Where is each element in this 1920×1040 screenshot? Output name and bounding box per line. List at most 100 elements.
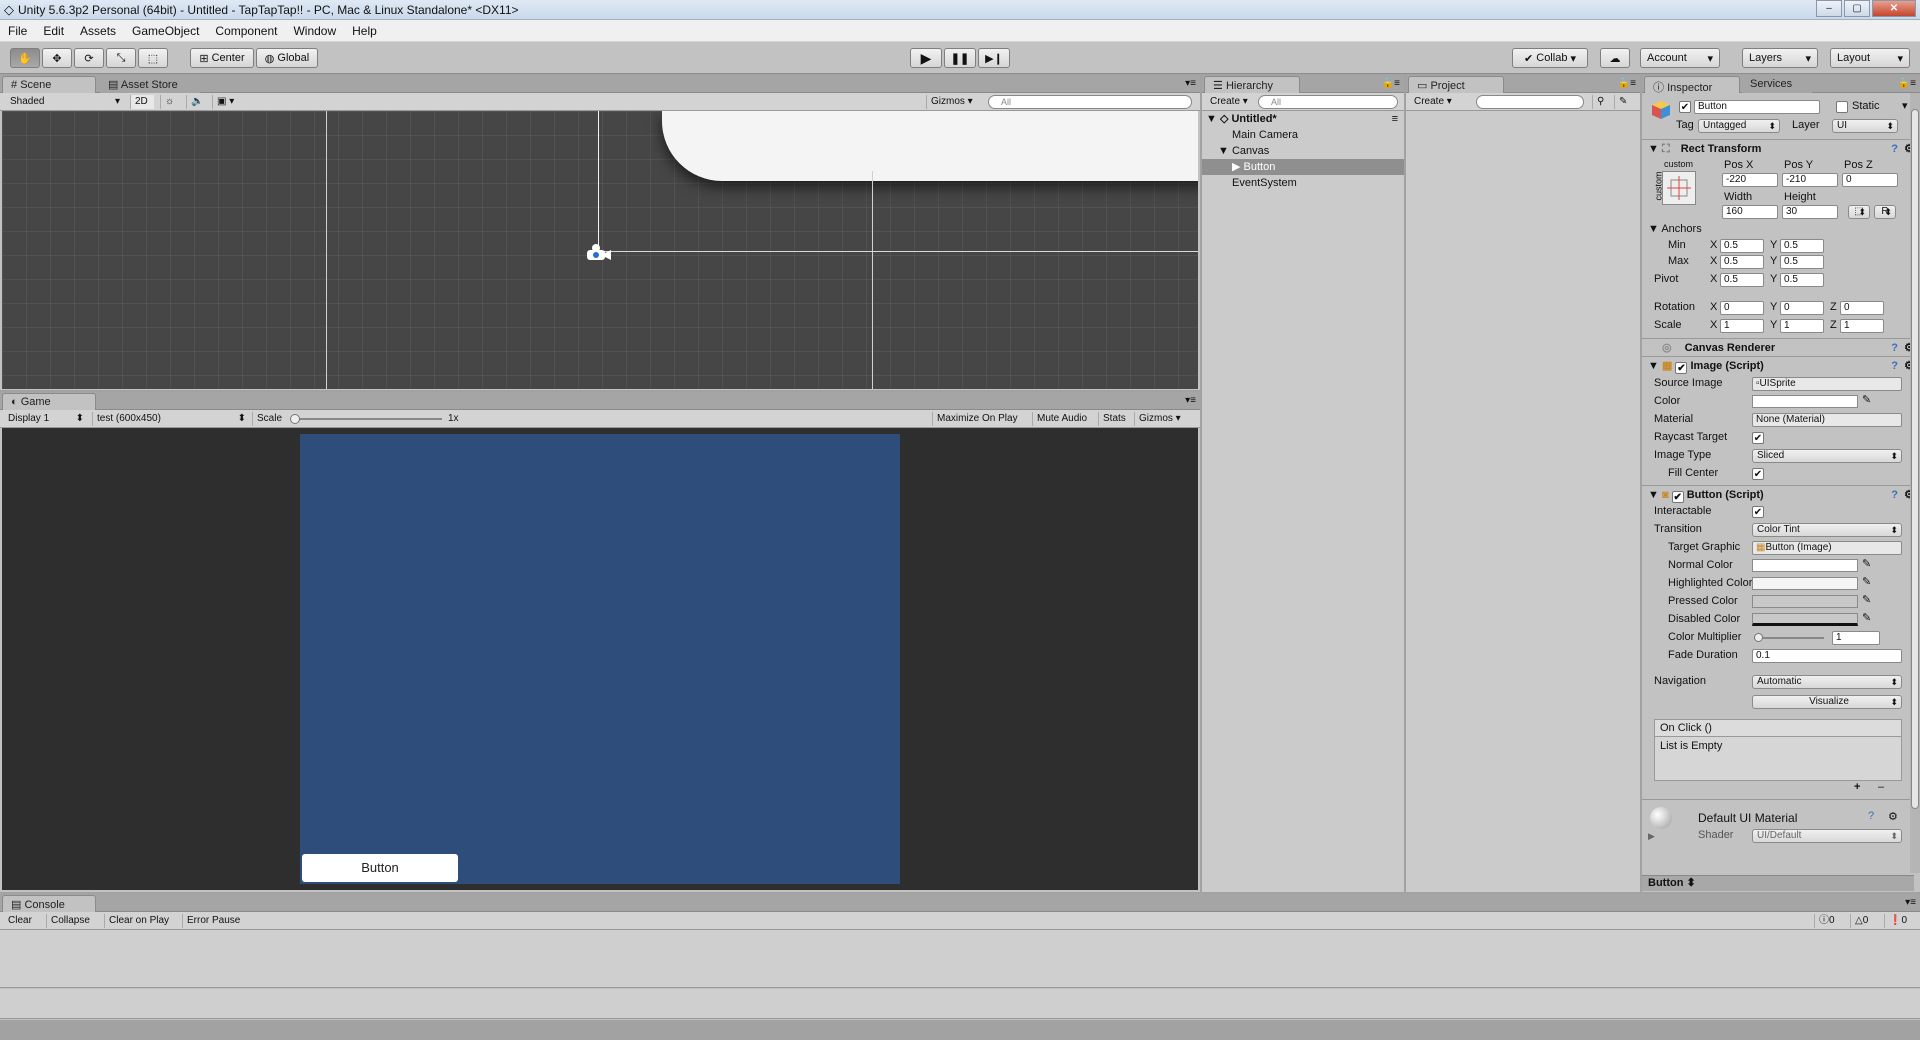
material-field[interactable]: None (Material) (1752, 413, 1902, 427)
audio-toggle[interactable]: 🔈 (186, 95, 208, 109)
button-enabled-checkbox[interactable]: ✔ (1671, 491, 1684, 503)
visualize-button[interactable]: Visualize (1752, 695, 1902, 709)
hierarchy-scene-row[interactable]: ▼ ◇ Untitled* ≡ (1202, 111, 1404, 127)
static-dropdown-icon[interactable]: ▾ (1902, 99, 1908, 112)
eyedropper-icon[interactable]: ✎ (1862, 575, 1871, 588)
layer-dropdown[interactable]: UI (1832, 119, 1898, 133)
hierarchy-search-input[interactable]: All (1258, 95, 1398, 109)
effects-dropdown[interactable]: ▣ ▾ (212, 95, 244, 109)
scene-menu-icon[interactable]: ≡ (1392, 111, 1398, 127)
width-field[interactable]: 160 (1722, 205, 1778, 219)
move-tool-button[interactable]: ✥ (42, 48, 72, 68)
menu-assets[interactable]: Assets (72, 24, 124, 38)
color-multiplier-thumb[interactable] (1754, 633, 1763, 642)
hand-tool-button[interactable]: ✋ (10, 48, 40, 68)
pivot-toggle-button[interactable]: ⊞ Center (190, 48, 254, 68)
inspector-scrollbar[interactable] (1910, 93, 1920, 873)
console-collapse-button[interactable]: Collapse (46, 914, 102, 928)
console-clear-button[interactable]: Clear (4, 914, 44, 928)
raw-edit-button[interactable]: R (1874, 205, 1896, 219)
lock-icon[interactable]: 🔒≡ (1618, 78, 1636, 89)
console-error-pause-button[interactable]: Error Pause (182, 914, 248, 928)
tab-project[interactable]: ▭ Project (1408, 76, 1504, 93)
image-enabled-checkbox[interactable]: ✔ (1675, 362, 1688, 374)
tab-services[interactable]: Services (1742, 76, 1812, 93)
lock-icon[interactable]: 🔒≡ (1898, 78, 1916, 89)
menu-gameobject[interactable]: GameObject (124, 24, 207, 38)
display-dropdown[interactable]: Display 1 ⬍ (4, 412, 88, 426)
layout-dropdown[interactable]: Layout ▾ (1830, 48, 1910, 68)
rotate-tool-button[interactable]: ⟳ (74, 48, 104, 68)
account-dropdown[interactable]: Account ▾ (1640, 48, 1720, 68)
menu-component[interactable]: Component (207, 24, 285, 38)
project-search-input[interactable] (1476, 95, 1584, 109)
maximize-button[interactable]: ▢ (1844, 0, 1870, 17)
shading-mode-dropdown[interactable]: Shaded ▾ (6, 95, 124, 109)
collab-button[interactable]: ✔ Collab ▾ (1512, 48, 1588, 68)
fade-duration-field[interactable]: 0.1 (1752, 649, 1902, 663)
help-icon[interactable]: ? (1891, 486, 1898, 504)
tab-asset-store[interactable]: ▤ Asset Store (100, 76, 200, 93)
color-swatch[interactable] (1752, 395, 1858, 408)
blueprint-mode-button[interactable]: ⬚ (1848, 205, 1870, 219)
layers-dropdown[interactable]: Layers ▾ (1742, 48, 1818, 68)
onclick-add-button[interactable]: + (1854, 781, 1860, 793)
image-component-header[interactable]: ▼ ▦ ✔ Image (Script) ? ⚙ (1642, 356, 1920, 374)
image-type-dropdown[interactable]: Sliced (1752, 449, 1902, 463)
eyedropper-icon[interactable]: ✎ (1862, 593, 1871, 606)
lock-icon[interactable]: 🔒≡ (1382, 78, 1400, 89)
object-name-field[interactable]: Button (1694, 100, 1820, 114)
minimize-button[interactable]: – (1816, 0, 1842, 17)
pivot-y-field[interactable]: 0.5 (1780, 273, 1824, 287)
scale-tool-button[interactable]: ⤡ (106, 48, 136, 68)
console-log-area[interactable] (0, 930, 1920, 988)
target-graphic-field[interactable]: ▦Button (Image) (1752, 541, 1902, 555)
source-image-field[interactable]: ▫UISprite (1752, 377, 1902, 391)
tag-dropdown[interactable]: Untagged (1698, 119, 1780, 133)
help-icon[interactable]: ? (1891, 140, 1898, 158)
scale-y-field[interactable]: 1 (1780, 319, 1824, 333)
scale-slider-thumb[interactable] (290, 414, 300, 424)
onclick-remove-button[interactable]: – (1878, 781, 1884, 793)
hierarchy-item-canvas[interactable]: ▼ Canvas (1202, 143, 1404, 159)
help-icon[interactable]: ? (1891, 357, 1898, 375)
anchor-max-y-field[interactable]: 0.5 (1780, 255, 1824, 269)
mute-audio-toggle[interactable]: Mute Audio (1032, 412, 1098, 426)
inspector-scrollbar-thumb[interactable] (1911, 109, 1919, 809)
anchor-min-x-field[interactable]: 0.5 (1720, 239, 1764, 253)
rotation-y-field[interactable]: 0 (1780, 301, 1824, 315)
2d-toggle[interactable]: 2D (130, 95, 154, 109)
project-create-dropdown[interactable]: Create ▾ (1410, 95, 1458, 109)
game-button[interactable]: Button (302, 854, 458, 882)
cloud-button[interactable]: ☁ (1600, 48, 1630, 68)
height-field[interactable]: 30 (1782, 205, 1838, 219)
scale-slider[interactable] (290, 414, 442, 424)
tab-game[interactable]: ◐ Game (2, 393, 96, 410)
pause-button[interactable]: ❚❚ (944, 48, 976, 68)
expand-arrow-icon[interactable]: ▶ (1648, 831, 1655, 842)
rect-tool-button[interactable]: ⬚ (138, 48, 168, 68)
tab-hierarchy[interactable]: ☰ Hierarchy (1204, 76, 1300, 93)
interactable-checkbox[interactable]: ✔ (1752, 506, 1764, 518)
panel-menu-icon[interactable]: ▾≡ (1185, 78, 1196, 89)
hierarchy-item-button[interactable]: ▶ Button (1202, 159, 1404, 175)
transition-dropdown[interactable]: Color Tint (1752, 523, 1902, 537)
disabled-color-swatch[interactable] (1752, 613, 1858, 626)
rotation-x-field[interactable]: 0 (1720, 301, 1764, 315)
scene-search-input[interactable]: All (988, 95, 1192, 109)
menu-window[interactable]: Window (285, 24, 344, 38)
preview-footer[interactable]: Button ⬍ (1642, 875, 1914, 891)
pivot-x-field[interactable]: 0.5 (1720, 273, 1764, 287)
pressed-color-swatch[interactable] (1752, 595, 1858, 608)
scale-z-field[interactable]: 1 (1840, 319, 1884, 333)
play-button[interactable]: ▶ (910, 48, 942, 68)
tab-scene[interactable]: # Scene (2, 76, 96, 93)
step-button[interactable]: ▶❙ (978, 48, 1010, 68)
rect-transform-header[interactable]: ▼ ⛶ Rect Transform ? ⚙ (1642, 139, 1920, 157)
lighting-toggle[interactable]: ☼ (160, 95, 182, 109)
anchor-max-x-field[interactable]: 0.5 (1720, 255, 1764, 269)
maximize-on-play-toggle[interactable]: Maximize On Play (932, 412, 1032, 426)
scene-viewport[interactable] (2, 111, 1198, 389)
eyedropper-icon[interactable]: ✎ (1862, 611, 1871, 624)
highlighted-color-swatch[interactable] (1752, 577, 1858, 590)
